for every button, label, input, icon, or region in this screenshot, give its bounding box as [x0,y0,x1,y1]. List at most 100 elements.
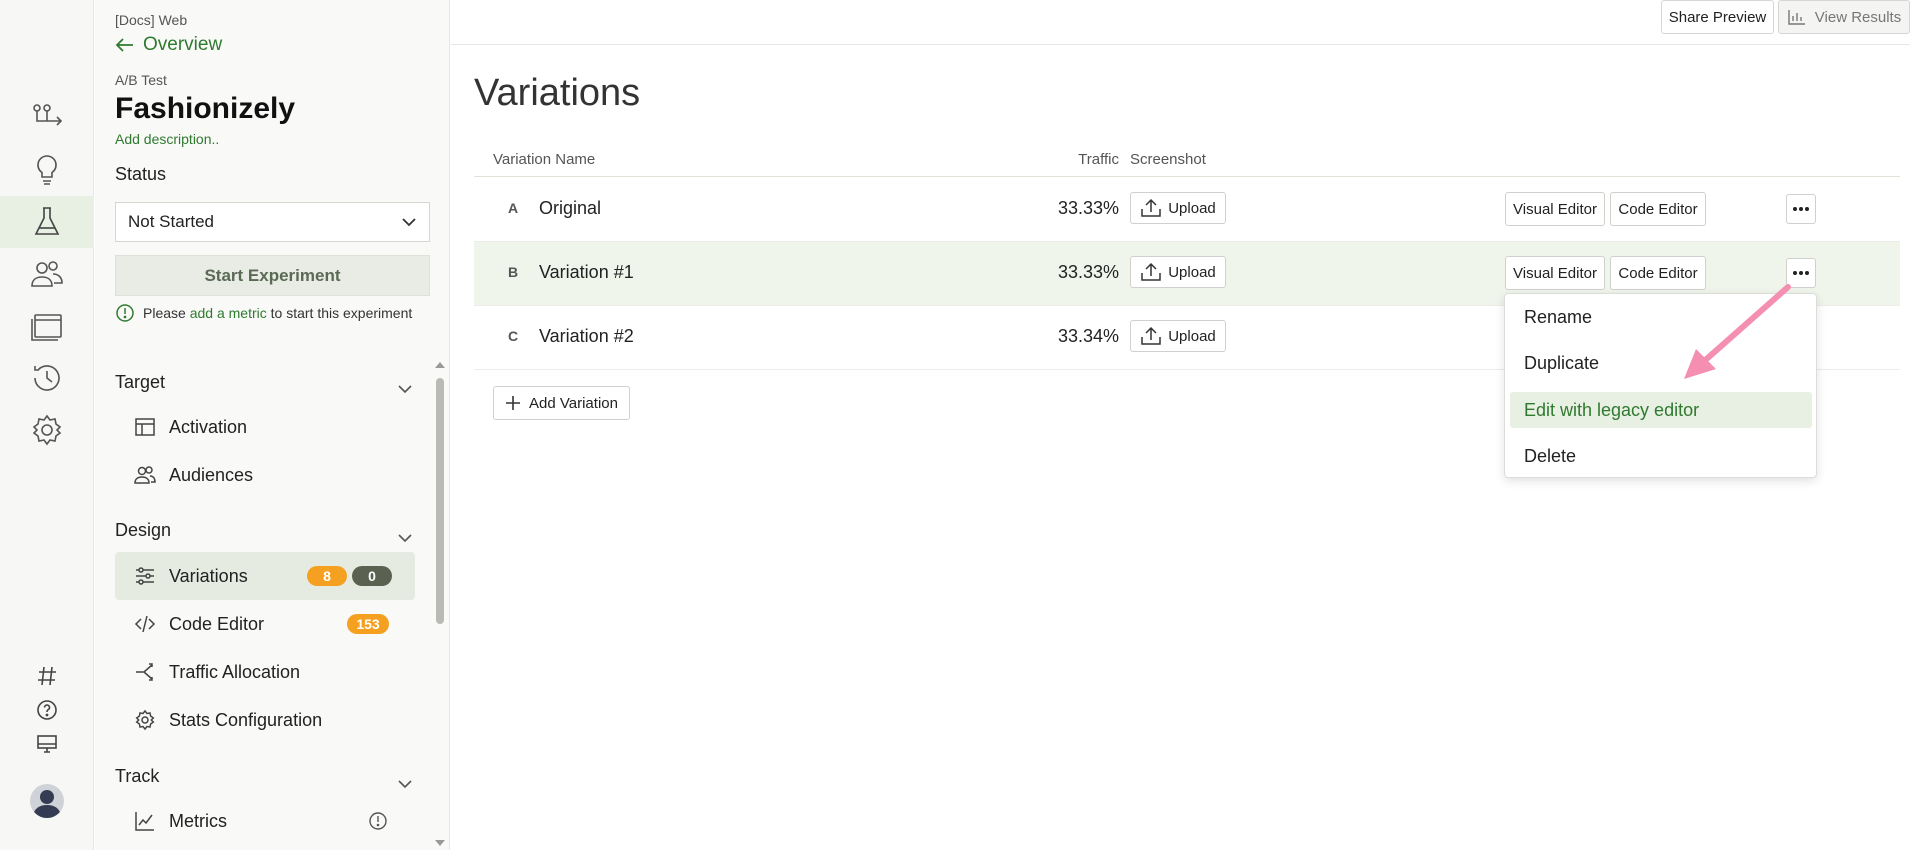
menu-item-duplicate[interactable]: Duplicate [1510,345,1812,381]
menu-item-rename[interactable]: Rename [1510,299,1812,335]
icon-rail [0,0,94,850]
rail-audiences-button[interactable] [0,248,94,300]
upload-icon [1141,262,1161,281]
experiment-title[interactable]: Fashionizely [115,92,295,126]
sidebar-item-label: Metrics [169,810,227,831]
history-icon [34,365,60,391]
back-to-overview-link[interactable]: Overview [115,34,222,56]
alert-circle-icon [369,812,387,830]
variations-table-header: Variation Name Traffic Screenshot [474,151,1900,177]
add-metric-link[interactable]: add a metric [190,305,267,321]
gear-icon [135,709,155,731]
more-options-button[interactable] [1786,194,1816,224]
upload-screenshot-button[interactable]: Upload [1130,320,1226,352]
column-header-screenshot: Screenshot [1130,151,1206,168]
rail-monitor-button[interactable] [0,729,94,759]
share-preview-button[interactable]: Share Preview [1661,0,1774,34]
menu-item-edit-legacy[interactable]: Edit with legacy editor [1510,392,1812,428]
view-results-label: View Results [1814,8,1902,26]
sidebar-item-variations[interactable]: Variations 8 0 [115,552,415,600]
add-variation-button[interactable]: Add Variation [493,386,630,420]
variation-name[interactable]: Original [539,198,601,219]
column-header-traffic: Traffic [1078,151,1119,168]
overview-label: Overview [143,34,223,55]
sidebar-item-stats-configuration[interactable]: Stats Configuration [115,696,415,744]
plus-icon [506,396,521,410]
sidebar-item-traffic-allocation[interactable]: Traffic Allocation [115,648,415,696]
table-row: A Original 33.33% Upload Visual Editor C… [474,178,1900,242]
page-title: Variations [474,72,641,114]
experiment-type: A/B Test [115,72,167,88]
visual-editor-button[interactable]: Visual Editor [1505,256,1605,290]
upload-label: Upload [1168,327,1216,345]
status-dropdown[interactable]: Not Started [115,202,430,242]
help-icon [37,700,57,720]
sidebar-scroll-thumb[interactable] [436,378,444,624]
code-editor-button[interactable]: Code Editor [1610,256,1706,290]
code-editor-badge: 153 [347,614,389,634]
browser-icon [31,314,62,341]
more-options-button[interactable] [1786,258,1816,288]
more-horizontal-icon [1793,271,1809,275]
variation-letter: A [508,200,519,216]
section-design-title[interactable]: Design [115,520,171,541]
sidebar-item-code-editor[interactable]: Code Editor 153 [115,600,415,648]
variation-traffic: 33.33% [1057,262,1119,282]
rail-history-button[interactable] [0,352,94,404]
users-icon [31,261,63,287]
scroll-up-icon[interactable] [434,360,446,370]
variations-zero-badge: 0 [352,566,392,586]
rail-ideas-button[interactable] [0,144,94,196]
sidebar-item-metrics[interactable]: Metrics [115,797,415,845]
variation-name[interactable]: Variation #2 [539,326,634,347]
code-icon [134,615,156,633]
sidebar-item-label: Activation [169,416,248,437]
sidebar-item-activation[interactable]: Activation [115,403,415,451]
code-editor-button[interactable]: Code Editor [1610,192,1706,226]
view-results-button[interactable]: View Results [1778,0,1910,34]
variations-count-badge: 8 [307,566,347,586]
breadcrumb: [Docs] Web [115,12,188,28]
users-icon [134,466,156,484]
variation-name[interactable]: Variation #1 [539,262,634,283]
top-bar: Share Preview View Results [451,0,1910,45]
visual-editor-button[interactable]: Visual Editor [1505,192,1605,226]
info-circle-icon [116,304,134,322]
sidebar-item-audiences[interactable]: Audiences [115,451,415,499]
menu-item-delete[interactable]: Delete [1510,438,1812,474]
rail-hash-button[interactable] [0,661,94,691]
chevron-down-icon[interactable] [397,779,413,789]
chevron-down-icon[interactable] [397,384,413,394]
status-label: Status [115,164,167,184]
flow-icon [33,104,63,126]
monitor-icon [37,735,57,753]
gear-icon [32,414,62,446]
variation-letter: C [508,328,519,344]
section-target-title[interactable]: Target [115,372,165,393]
variation-options-menu: Rename Duplicate Edit with legacy editor… [1504,293,1817,478]
sidebar-item-label: Traffic Allocation [169,661,301,682]
variation-traffic: 33.33% [1057,198,1119,218]
chevron-down-icon[interactable] [397,533,413,543]
upload-label: Upload [1168,263,1216,281]
rail-experiments-button[interactable] [0,196,94,248]
add-description-link[interactable]: Add description.. [115,131,219,147]
upload-screenshot-button[interactable]: Upload [1130,256,1226,288]
user-avatar-icon [33,790,61,818]
sidebar-item-label: Audiences [169,464,254,485]
start-notice: Please add a metric to start this experi… [115,302,415,324]
rail-pages-button[interactable] [0,300,94,352]
variation-letter: B [508,264,519,280]
scroll-down-icon[interactable] [434,838,446,848]
upload-icon [1141,326,1161,345]
rail-flow-button[interactable] [0,92,94,144]
upload-label: Upload [1168,199,1216,217]
rail-help-button[interactable] [0,695,94,725]
upload-screenshot-button[interactable]: Upload [1130,192,1226,224]
rail-settings-button[interactable] [0,404,94,456]
hash-icon [38,666,56,686]
avatar[interactable] [30,784,64,818]
column-header-name: Variation Name [493,151,596,168]
section-track-title[interactable]: Track [115,766,159,787]
start-experiment-button[interactable]: Start Experiment [115,255,430,296]
